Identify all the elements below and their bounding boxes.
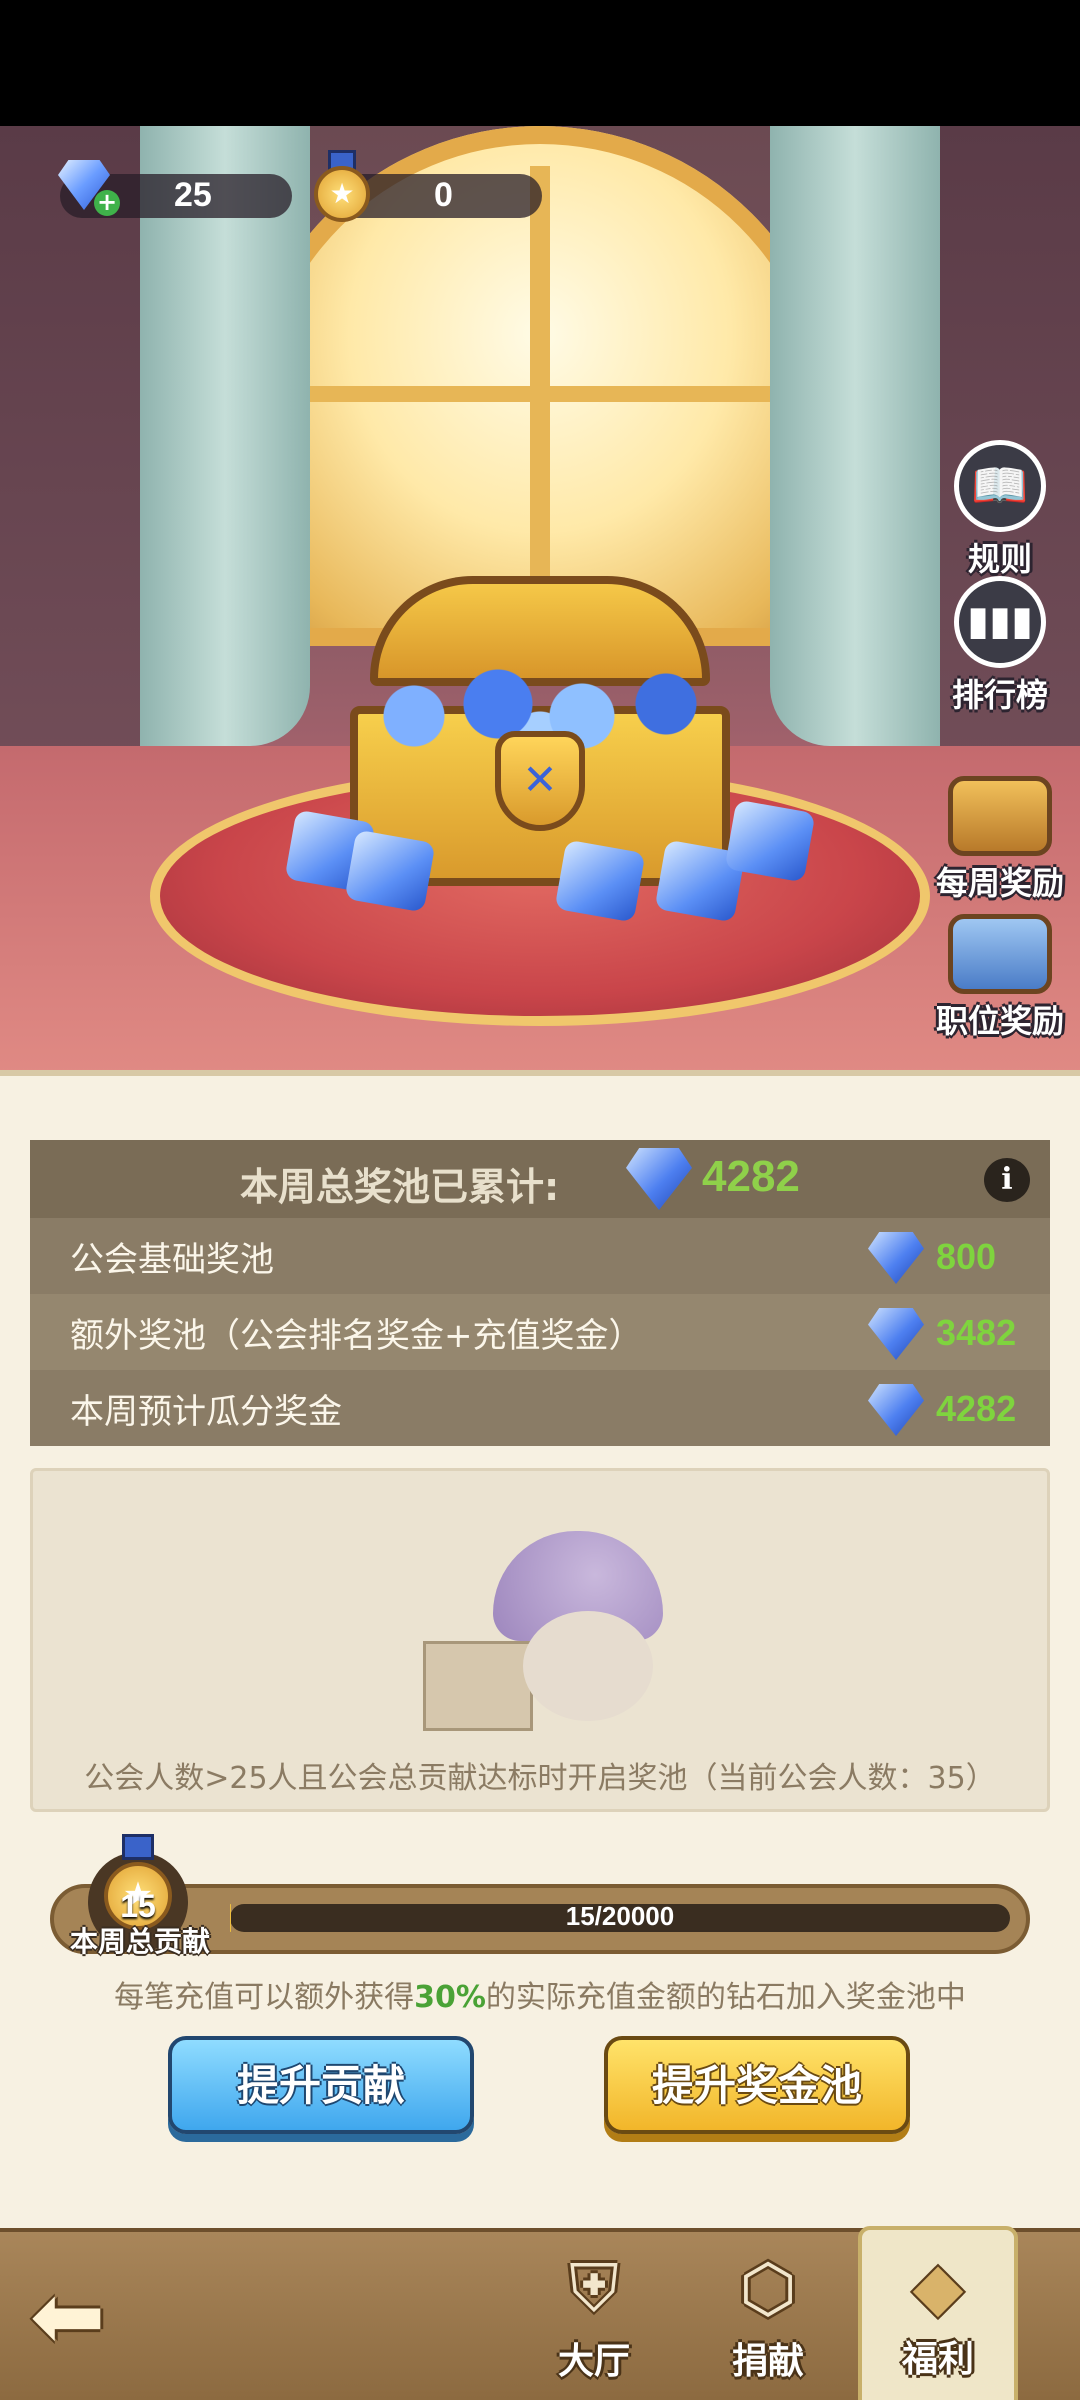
leaderboard-label: 排行榜 bbox=[951, 676, 1048, 714]
pool-locked-notice: 公会人数>25人且公会总贡献达标时开启奖池（当前公会人数：35） bbox=[30, 1468, 1050, 1812]
add-diamond-icon[interactable]: + bbox=[94, 190, 120, 216]
pool-row-base: 公会基础奖池 800 bbox=[30, 1218, 1050, 1294]
loose-gem-icon bbox=[724, 799, 816, 883]
raise-contribution-button[interactable]: 提升贡献 bbox=[168, 2036, 474, 2134]
nav-item-hall[interactable]: ⛨ 大厅 bbox=[514, 2232, 674, 2400]
pool-title: 本周总奖池已累计: bbox=[240, 1165, 560, 1209]
pool-row-value: 3482 bbox=[936, 1312, 1017, 1353]
hall-icon: ⛨ bbox=[569, 2250, 619, 2327]
pool-row-label: 本周预计瓜分奖金 bbox=[70, 1392, 342, 1432]
curtain-right bbox=[770, 126, 940, 746]
rules-book-icon: 📖 bbox=[954, 440, 1046, 532]
recharge-hint: 每笔充值可以额外获得30%的实际充值金额的钻石加入奖金池中 bbox=[0, 1972, 1080, 2016]
mushroom-mascot-illustration bbox=[423, 1531, 683, 1731]
diamond-icon bbox=[868, 1308, 924, 1360]
welfare-gem-icon: ◆ bbox=[912, 2248, 964, 2325]
pool-row-value: 4282 bbox=[936, 1388, 1017, 1429]
leaderboard-icon: ▮▮▮ bbox=[954, 576, 1046, 668]
position-reward-label: 职位奖励 bbox=[935, 1002, 1064, 1040]
weekly-reward-button[interactable]: 每周奖励 bbox=[930, 776, 1070, 904]
pool-header: 本周总奖池已累计: 4282 i bbox=[30, 1140, 1050, 1218]
pool-row-estimated: 本周预计瓜分奖金 4282 bbox=[30, 1370, 1050, 1446]
diamond-icon[interactable]: + bbox=[52, 156, 120, 216]
rules-label: 规则 bbox=[967, 540, 1032, 578]
donate-icon: ⬡ bbox=[739, 2250, 797, 2327]
position-reward-chest-icon bbox=[948, 914, 1052, 994]
bottom-nav: ⬅ ⛨ 大厅 ⬡ 捐献 ◆ 福利 bbox=[0, 2226, 1080, 2400]
progress-track: 15/20000 bbox=[230, 1901, 1010, 1932]
nav-label: 大厅 bbox=[557, 2341, 630, 2382]
notice-text: 公会人数>25人且公会总贡献达标时开启奖池（当前公会人数：35） bbox=[84, 1761, 996, 1796]
medal-count: 0 bbox=[434, 176, 453, 214]
hint-before: 每笔充值可以额外获得 bbox=[114, 1980, 415, 2015]
loose-gem-icon bbox=[344, 829, 436, 913]
pool-total: 4282 bbox=[702, 1152, 800, 1201]
raise-pool-button[interactable]: 提升奖金池 bbox=[604, 2036, 910, 2134]
status-bar bbox=[0, 0, 1080, 126]
curtain-left bbox=[140, 126, 310, 746]
pool-row-label: 公会基础奖池 bbox=[70, 1240, 274, 1280]
diamond-icon bbox=[868, 1232, 924, 1284]
weekly-reward-chest-icon bbox=[948, 776, 1052, 856]
position-reward-button[interactable]: 职位奖励 bbox=[930, 914, 1070, 1042]
nav-label: 捐献 bbox=[731, 2341, 804, 2382]
info-icon[interactable]: i bbox=[984, 1158, 1030, 1202]
hint-after: 的实际充值金额的钻石加入奖金池中 bbox=[485, 1980, 966, 2015]
weekly-reward-label: 每周奖励 bbox=[935, 864, 1064, 902]
pool-row-value: 800 bbox=[936, 1236, 997, 1277]
hint-percent: 30% bbox=[414, 1980, 486, 2015]
pool-summary: 本周总奖池已累计: 4282 i 公会基础奖池 800 额外奖池（公会排名奖金+… bbox=[30, 1140, 1050, 1446]
chest-lock-icon bbox=[495, 731, 585, 831]
empty-box-illustration bbox=[423, 1641, 533, 1731]
window-transom bbox=[240, 386, 840, 402]
loose-gem-icon bbox=[554, 839, 646, 923]
pool-row-extra: 额外奖池（公会排名奖金+充值奖金） 3482 bbox=[30, 1294, 1050, 1370]
treasure-scene bbox=[0, 126, 1080, 1076]
nav-label: 福利 bbox=[901, 2339, 974, 2380]
nav-item-donate[interactable]: ⬡ 捐献 bbox=[688, 2232, 848, 2400]
rules-button[interactable]: 📖 规则 bbox=[930, 440, 1070, 580]
reward-pool-panel: 本周总奖池已累计: 4282 i 公会基础奖池 800 额外奖池（公会排名奖金+… bbox=[0, 1070, 1080, 2230]
medal-icon: ★ bbox=[310, 150, 374, 230]
leaderboard-button[interactable]: ▮▮▮ 排行榜 bbox=[930, 576, 1070, 716]
contribution-label: 本周总贡献 bbox=[70, 1925, 211, 1958]
back-arrow-icon[interactable]: ⬅ bbox=[30, 2272, 150, 2368]
diamond-count: 25 bbox=[174, 176, 212, 214]
progress-text: 15/20000 bbox=[565, 1901, 675, 1931]
window-mullion bbox=[530, 166, 550, 646]
diamond-icon bbox=[868, 1384, 924, 1436]
nav-item-welfare[interactable]: ◆ 福利 bbox=[858, 2226, 1018, 2400]
pool-row-label: 额外奖池（公会排名奖金+充值奖金） bbox=[70, 1316, 643, 1356]
diamond-icon bbox=[626, 1148, 692, 1210]
